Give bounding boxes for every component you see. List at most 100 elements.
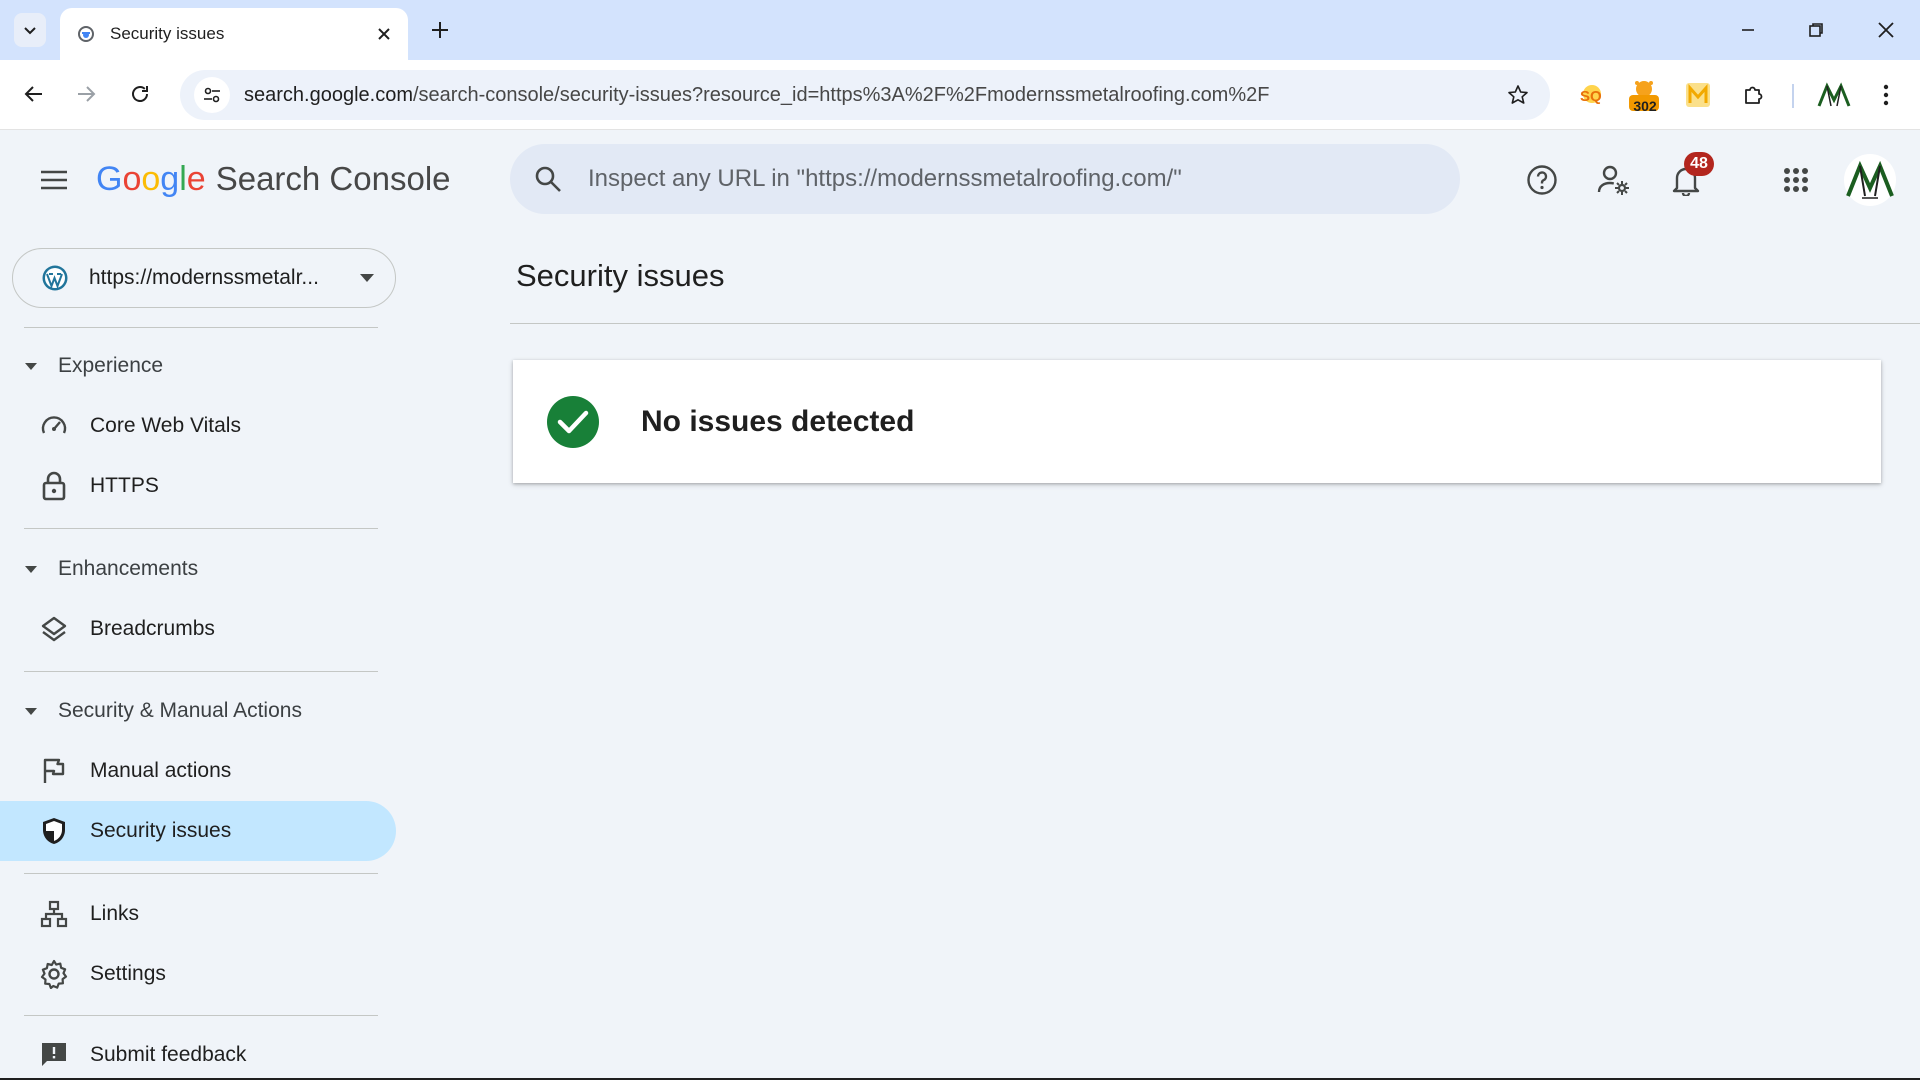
sidebar-item-label: Manual actions (90, 759, 232, 782)
help-button[interactable] (1518, 156, 1566, 204)
restore-button[interactable] (1792, 10, 1840, 50)
new-tab-button[interactable] (424, 14, 456, 46)
browser-toolbar: search.google.com/search-console/securit… (0, 60, 1920, 130)
page-title: Security issues (516, 258, 725, 293)
browser-tab-active[interactable]: Security issues (60, 8, 408, 60)
sidebar-item-label: Submit feedback (90, 1043, 247, 1066)
brand-letter: g (160, 160, 180, 198)
minimize-button[interactable] (1724, 10, 1772, 50)
url-host: search.google.com (244, 83, 413, 106)
sitemap-icon (38, 898, 70, 930)
sidebar-item-submit-feedback[interactable]: Submit feedback (0, 1025, 396, 1080)
brand-letter: o (122, 160, 142, 198)
bookmark-star-icon[interactable] (1502, 79, 1534, 111)
status-message: No issues detected (641, 404, 915, 438)
arrow-left-icon (24, 86, 42, 102)
section-label: Experience (58, 354, 164, 377)
help-icon (1527, 165, 1557, 195)
wordpress-icon (42, 265, 68, 291)
sidebar-item-label: Breadcrumbs (90, 617, 215, 640)
notification-count-badge: 48 (1684, 152, 1714, 176)
tune-icon (204, 87, 220, 103)
brand-letter: l (179, 160, 187, 198)
site-info-button[interactable] (194, 77, 230, 113)
brand-letter: G (96, 160, 123, 198)
search-icon (535, 166, 561, 192)
url-inspection-input[interactable] (588, 165, 1436, 193)
url-path: /search-console/security-issues?resource… (412, 83, 1270, 106)
sidebar-item-label: HTTPS (90, 474, 159, 497)
url-inspection-bar[interactable] (510, 144, 1460, 214)
plus-icon (432, 22, 448, 38)
caret-down-icon (25, 707, 37, 715)
sidebar-item-label: Security issues (90, 819, 232, 842)
redirect-extension-badge: 302 (1633, 98, 1657, 114)
address-bar[interactable]: search.google.com/search-console/securit… (180, 70, 1550, 120)
check-circle-icon (547, 395, 599, 448)
main-menu-button[interactable] (34, 160, 74, 200)
sidebar-item-settings[interactable]: Settings (0, 944, 396, 1004)
dropdown-arrow-icon (360, 274, 374, 282)
product-name: Search Console (215, 160, 451, 197)
sidebar-item-label: Core Web Vitals (90, 414, 241, 437)
caret-down-icon (25, 362, 37, 370)
seo-extension-icon[interactable]: SQ (1572, 77, 1608, 113)
google-apps-button[interactable] (1772, 156, 1820, 204)
toolbar-separator (1792, 84, 1794, 108)
sidebar-item-links[interactable]: Links (0, 884, 396, 944)
apps-grid-icon (1784, 168, 1808, 192)
property-label: https://modernssmetalr... (89, 266, 319, 289)
reload-button[interactable] (120, 74, 160, 114)
user-settings-button[interactable] (1590, 156, 1638, 204)
close-window-button[interactable] (1862, 10, 1910, 50)
google-wordmark: Google (96, 160, 206, 199)
brand-letter: e (186, 160, 206, 198)
app-header: Google Search Console 48 (0, 130, 1920, 230)
section-experience[interactable]: Experience (24, 346, 163, 386)
menu-icon (41, 170, 67, 190)
sidebar-item-label: Settings (90, 962, 166, 985)
sidebar-divider (24, 671, 378, 672)
sidebar-item-security-issues[interactable]: Security issues (0, 801, 396, 861)
gear-icon (38, 958, 70, 990)
tab-close-icon[interactable] (372, 22, 396, 46)
extensions-puzzle-icon[interactable] (1736, 77, 1772, 113)
notifications-button[interactable]: 48 (1662, 152, 1714, 204)
sidebar-divider (24, 1015, 378, 1016)
layers-icon (38, 613, 70, 645)
profile-avatar-icon[interactable] (1816, 77, 1852, 113)
restore-icon (1809, 23, 1823, 37)
close-icon (1878, 22, 1894, 38)
speed-gauge-icon (38, 410, 70, 442)
reload-icon (132, 86, 148, 102)
section-security-manual-actions[interactable]: Security & Manual Actions (24, 691, 302, 731)
browser-menu-icon[interactable] (1868, 77, 1904, 113)
url-text[interactable]: search.google.com/search-console/securit… (244, 84, 1502, 107)
section-label: Security & Manual Actions (58, 699, 302, 722)
redirect-extension-icon[interactable]: 302 (1626, 77, 1662, 114)
account-avatar[interactable] (1844, 154, 1896, 206)
sidebar-item-core-web-vitals[interactable]: Core Web Vitals (0, 396, 396, 456)
minimize-icon (1742, 29, 1754, 31)
lock-icon (38, 470, 70, 502)
manage-accounts-icon (1597, 165, 1629, 195)
section-enhancements[interactable]: Enhancements (24, 549, 198, 589)
chevron-down-icon (24, 27, 36, 35)
section-label: Enhancements (58, 557, 199, 580)
sidebar-item-breadcrumbs[interactable]: Breadcrumbs (0, 599, 396, 659)
account-logo-icon (1846, 160, 1894, 199)
svg-text:SQ: SQ (1580, 88, 1602, 105)
metrics-extension-icon[interactable] (1680, 77, 1716, 113)
forward-button[interactable] (66, 74, 106, 114)
back-button[interactable] (14, 74, 54, 114)
sidebar-item-https[interactable]: HTTPS (0, 456, 396, 516)
caret-down-icon (25, 565, 37, 573)
sidebar-item-label: Links (90, 902, 140, 925)
sidebar-item-manual-actions[interactable]: Manual actions (0, 741, 396, 801)
app-logo[interactable]: Google Search Console (96, 160, 451, 199)
brand-letter: o (141, 160, 161, 198)
sidebar-divider (24, 528, 378, 529)
tab-search-button[interactable] (14, 13, 46, 47)
sidebar-divider (24, 873, 378, 874)
property-selector[interactable]: https://modernssmetalr... (12, 248, 396, 308)
